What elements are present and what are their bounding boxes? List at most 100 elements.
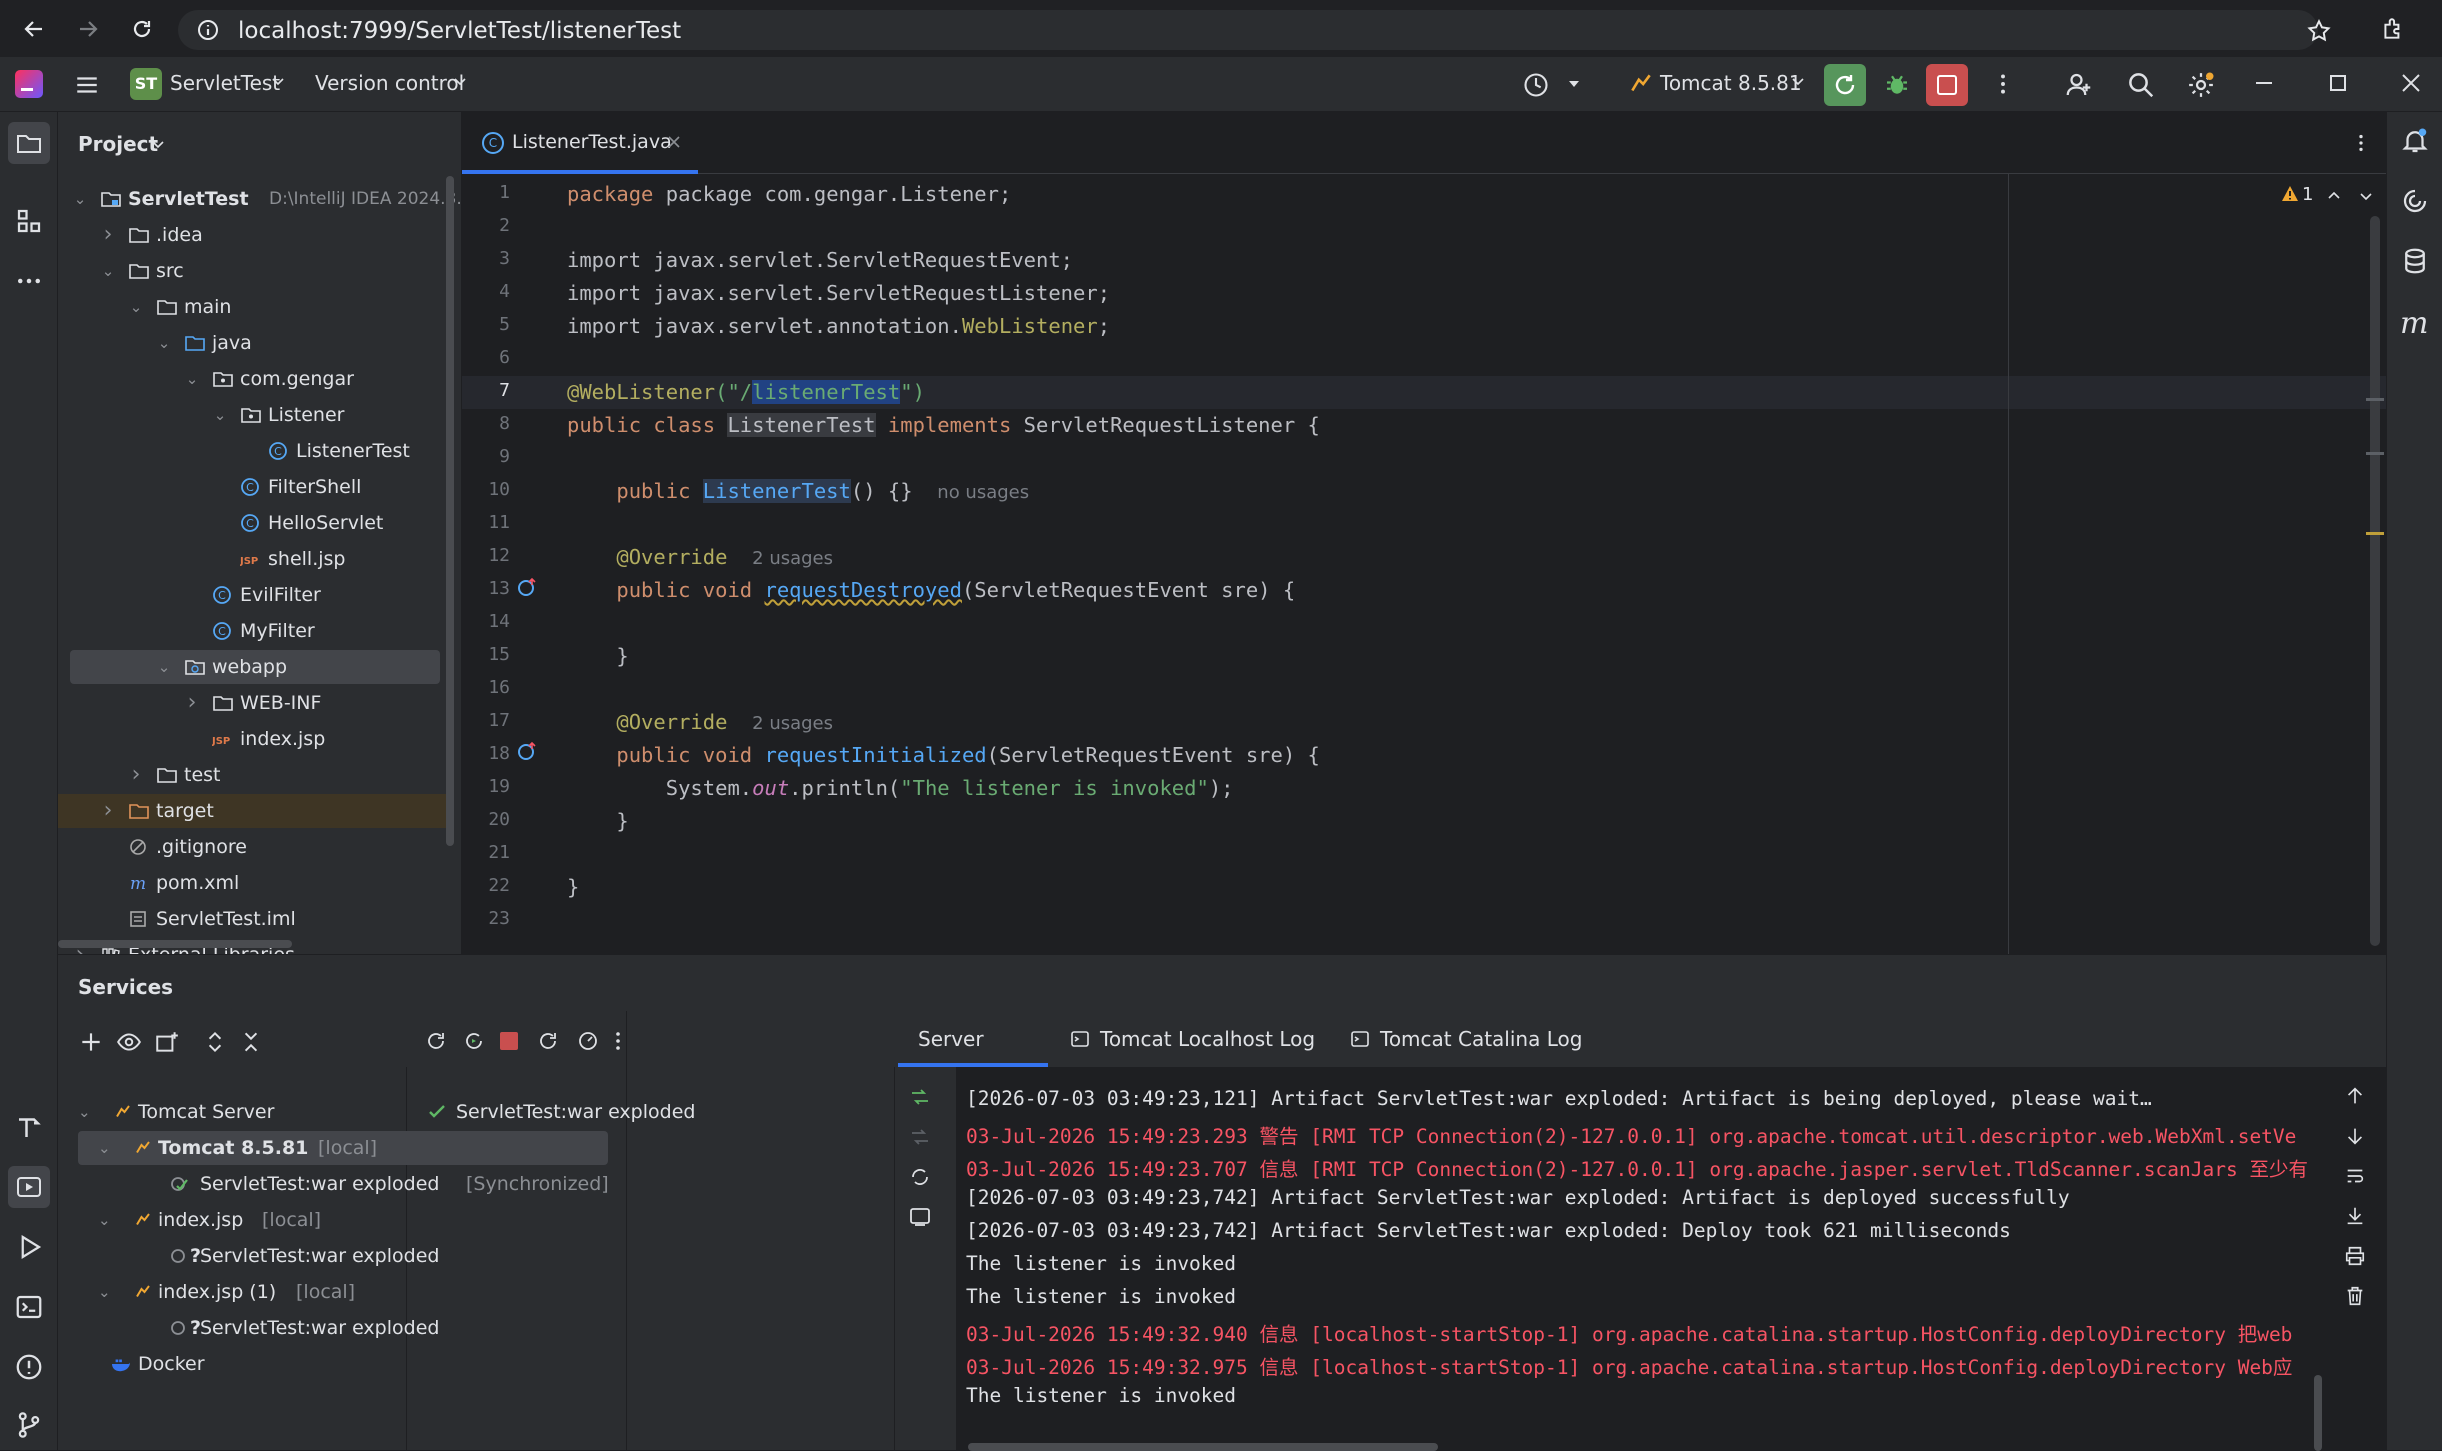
scroll-to-end-icon[interactable] (2344, 1205, 2366, 1227)
print-icon[interactable] (2344, 1245, 2366, 1267)
chevron-right-icon[interactable]: › (182, 686, 202, 720)
back-icon[interactable] (22, 17, 46, 41)
search-icon[interactable] (2126, 70, 2156, 100)
tab-tomcat-localhost-log[interactable]: Tomcat Localhost Log (1058, 1011, 1328, 1067)
show-eye-icon[interactable] (116, 1029, 142, 1055)
index-jsp-node[interactable]: ⌄ index.jsp [local] (78, 1203, 608, 1237)
refresh-icon[interactable] (536, 1029, 560, 1053)
rerun-button[interactable] (1824, 64, 1866, 106)
extensions-icon[interactable] (2380, 16, 2406, 42)
chevron-down-icon[interactable]: ⌄ (70, 182, 90, 216)
override-method-icon[interactable] (516, 740, 538, 762)
run-configuration[interactable]: Tomcat 8.5.81 (1660, 71, 1802, 95)
debug-icon[interactable] (1882, 70, 1912, 100)
tree-item[interactable]: ⌄ main (58, 290, 448, 324)
tree-item[interactable]: ServletTest.iml (58, 902, 448, 936)
more-tools-icon[interactable] (14, 266, 44, 296)
version-control-menu[interactable]: Version control (315, 71, 464, 95)
git-tool-icon[interactable] (14, 1410, 44, 1440)
address-bar[interactable]: localhost:7999/ServletTest/listenerTest (178, 10, 2331, 50)
chevron-down-icon[interactable] (1566, 76, 1582, 92)
chevron-up-icon[interactable] (2326, 188, 2342, 204)
terminal-tool-icon[interactable] (14, 1292, 44, 1322)
site-info-icon[interactable] (196, 18, 220, 42)
chevron-down-icon[interactable]: ⌄ (154, 650, 174, 684)
chevron-down-icon[interactable]: ⌄ (182, 362, 202, 396)
collapse-all-icon[interactable] (238, 1029, 264, 1055)
problems-tool-icon[interactable] (14, 1352, 44, 1382)
console-scrollbar[interactable] (2314, 1375, 2322, 1451)
project-badge[interactable]: ST (130, 68, 162, 100)
chevron-right-icon[interactable]: › (126, 758, 146, 792)
docker-node[interactable]: Docker (58, 1347, 388, 1381)
project-tool-icon[interactable] (8, 122, 50, 164)
tree-item[interactable]: C MyFilter (58, 614, 448, 648)
deploy-all-icon[interactable] (908, 1085, 932, 1109)
notifications-bell-icon[interactable] (2400, 126, 2430, 156)
chevron-right-icon[interactable]: › (98, 794, 118, 828)
chevron-down-icon[interactable]: ⌄ (126, 290, 146, 324)
tree-item[interactable]: ⌄ webapp (70, 650, 440, 684)
tab-tomcat-catalina-log[interactable]: Tomcat Catalina Log (1338, 1011, 1608, 1067)
tree-item[interactable]: ⌄ Listener (58, 398, 448, 432)
tree-scrollbar[interactable] (446, 176, 454, 846)
project-name[interactable]: ServletTest (170, 71, 280, 95)
build-hammer-icon[interactable] (14, 1112, 44, 1142)
tree-item[interactable]: ⌄ com.gengar (58, 362, 448, 396)
undeploy-icon[interactable] (908, 1125, 932, 1149)
close-icon[interactable] (2400, 72, 2422, 94)
reload-icon[interactable] (130, 17, 154, 41)
warning-icon[interactable] (2280, 184, 2300, 204)
tree-item[interactable]: C HelloServlet (58, 506, 448, 540)
minimize-icon[interactable] (2256, 82, 2272, 84)
services-tool-icon[interactable] (8, 1166, 50, 1208)
tree-item[interactable]: › test (58, 758, 448, 792)
tree-item[interactable]: ⌄ java (58, 326, 448, 360)
tree-item[interactable]: JSP index.jsp (58, 722, 448, 756)
chevron-down-icon[interactable] (150, 136, 166, 152)
structure-tool-icon[interactable] (14, 206, 44, 236)
chevron-down-icon[interactable]: ⌄ (154, 326, 174, 360)
forward-icon[interactable] (76, 17, 100, 41)
warning-count[interactable]: 1 (2302, 184, 2313, 205)
chevron-down-icon[interactable]: ⌄ (210, 398, 230, 432)
redeploy-icon[interactable] (424, 1029, 448, 1053)
new-group-icon[interactable] (154, 1029, 180, 1055)
tree-item[interactable]: C EvilFilter (58, 578, 448, 612)
project-panel-title[interactable]: Project (78, 132, 158, 156)
open-browser-icon[interactable] (576, 1029, 600, 1053)
maximize-icon[interactable] (2330, 75, 2346, 91)
more-actions-icon[interactable] (1990, 71, 2016, 97)
tree-item[interactable]: JSP shell.jsp (58, 542, 448, 576)
expand-all-icon[interactable] (202, 1029, 228, 1055)
more-icon[interactable] (606, 1029, 630, 1053)
chevron-down-icon[interactable] (1790, 73, 1806, 89)
bookmark-star-icon[interactable] (2306, 18, 2332, 44)
sync-icon[interactable] (908, 1165, 932, 1189)
tree-item[interactable]: m pom.xml (58, 866, 448, 900)
tab-server[interactable]: Server (898, 1011, 1048, 1067)
tab-listenertest-java[interactable]: C ListenerTest.java (462, 112, 698, 174)
tree-item[interactable]: › WEB-INF (58, 686, 448, 720)
tree-item[interactable]: C ListenerTest (58, 434, 448, 468)
artifact-node-synchronized[interactable]: ServletTest:war exploded [Synchronized] (168, 1167, 609, 1201)
open-console-icon[interactable] (908, 1205, 932, 1229)
stop-server-icon[interactable] (500, 1032, 518, 1050)
scroll-up-icon[interactable] (2344, 1085, 2366, 1107)
override-method-icon[interactable] (516, 576, 538, 598)
scroll-down-icon[interactable] (2344, 1125, 2366, 1147)
editor-scrollbar[interactable] (2370, 216, 2380, 946)
profiler-icon[interactable] (1522, 71, 1550, 99)
warning-marker[interactable] (2366, 532, 2384, 535)
database-icon[interactable] (2400, 246, 2430, 276)
clear-trash-icon[interactable] (2344, 1285, 2366, 1307)
tree-item[interactable]: ⌄ ServletTest D:\IntelliJ IDEA 2024.3.7\ (58, 182, 461, 216)
chevron-right-icon[interactable]: › (98, 218, 118, 252)
ai-assistant-icon[interactable] (2400, 186, 2430, 216)
tree-item[interactable]: ⌄ src (58, 254, 448, 288)
deployment-item[interactable]: ServletTest:war exploded (428, 1095, 695, 1129)
main-menu-icon[interactable] (74, 72, 100, 98)
add-user-icon[interactable] (2064, 70, 2094, 100)
artifact-node-unknown[interactable]: ? ServletTest:war exploded (168, 1239, 608, 1273)
chevron-down-icon[interactable]: ⌄ (98, 254, 118, 288)
